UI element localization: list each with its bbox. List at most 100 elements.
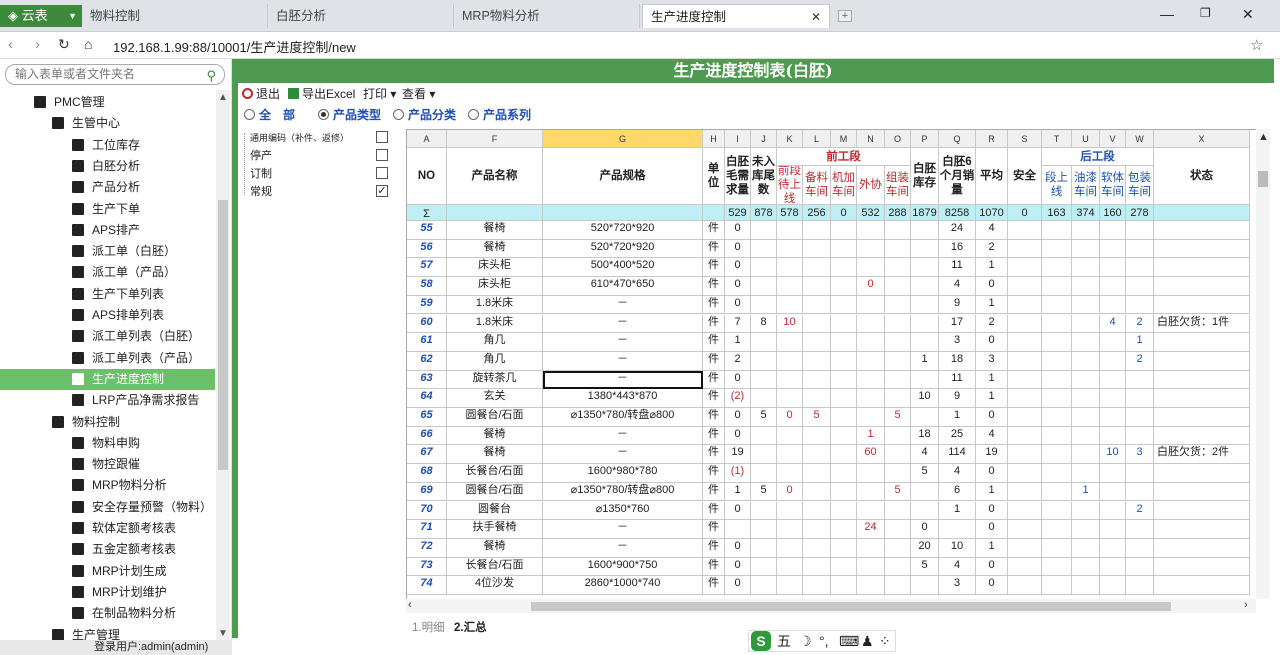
keyboard-icon[interactable]: ⌨ <box>839 631 859 651</box>
punctuation-icon[interactable]: °, <box>819 631 829 651</box>
moon-icon[interactable]: ☽ <box>799 631 812 651</box>
product-spec[interactable]: － <box>543 333 703 352</box>
column-letter[interactable]: U <box>1072 130 1100 148</box>
sidebar-item[interactable]: 五金定额考核表 <box>0 539 215 560</box>
apps-icon[interactable]: ⁘ <box>879 631 891 651</box>
sidebar-scrollbar[interactable]: ▲ ▼ <box>216 90 230 645</box>
app-brand-menu[interactable]: ◈ 云表 ▼ <box>0 5 82 27</box>
filter-all-radio[interactable]: 全 部 <box>244 105 295 125</box>
tree-checkbox[interactable] <box>376 149 388 161</box>
product-spec[interactable]: － <box>543 314 703 334</box>
filter-product-type-radio[interactable]: 产品类型 <box>318 105 381 125</box>
sidebar-item[interactable]: 白胚分析 <box>0 156 215 177</box>
scroll-thumb[interactable] <box>531 602 1171 611</box>
product-spec[interactable]: ⌀1350*780/转盘⌀800 <box>543 482 703 502</box>
back-icon[interactable]: ‹ <box>8 36 13 53</box>
column-letter[interactable]: J <box>751 130 777 148</box>
product-spec[interactable]: 520*720*920 <box>543 221 703 240</box>
tab-production-progress[interactable]: 生产进度控制 ✕ <box>642 4 830 28</box>
sidebar-item[interactable]: LRP产品净需求报告 <box>0 390 215 411</box>
sidebar-item[interactable]: 产品分析 <box>0 177 215 198</box>
sidebar-item[interactable]: MRP计划维护 <box>0 582 215 603</box>
tree-item-regular[interactable]: 常规 <box>250 183 272 201</box>
export-excel-button[interactable]: 导出Excel <box>288 83 355 105</box>
tree-checkbox-checked[interactable]: ✓ <box>376 185 388 197</box>
view-menu[interactable]: 查看 ▾ <box>402 83 435 105</box>
sidebar-item[interactable]: 在制品物料分析 <box>0 603 215 624</box>
sidebar-item[interactable]: 派工单（白胚） <box>0 241 215 262</box>
column-letter[interactable]: P <box>911 130 939 148</box>
product-spec[interactable]: － <box>543 370 703 390</box>
exit-button[interactable]: 退出 <box>242 83 280 105</box>
product-spec[interactable]: － <box>543 295 703 315</box>
window-close-icon[interactable]: ✕ <box>1242 6 1254 23</box>
tab-material-control[interactable]: 物料控制 <box>82 4 268 28</box>
sidebar-item[interactable]: 安全存量预警（物料） <box>0 497 215 518</box>
sidebar-item[interactable]: APS排产 <box>0 220 215 241</box>
scroll-up-icon[interactable]: ▲ <box>1258 131 1269 143</box>
product-spec[interactable]: 2860*1000*740 <box>543 576 703 595</box>
search-icon[interactable]: ⚲ <box>206 66 216 85</box>
product-spec[interactable]: 1380*443*870 <box>543 389 703 408</box>
column-letter[interactable]: G <box>543 130 703 148</box>
column-letter[interactable]: F <box>447 130 543 148</box>
reload-icon[interactable]: ↻ <box>58 36 70 53</box>
product-spec[interactable]: 1600*900*750 <box>543 557 703 577</box>
tree-checkbox[interactable] <box>376 167 388 179</box>
scroll-thumb[interactable] <box>218 200 228 470</box>
grid-horizontal-scrollbar[interactable]: ‹ › <box>406 599 1256 613</box>
scroll-up-icon[interactable]: ▲ <box>218 92 228 103</box>
tab-summary[interactable]: 2.汇总 <box>454 619 487 637</box>
column-letter[interactable]: T <box>1042 130 1072 148</box>
product-spec[interactable]: － <box>543 351 703 371</box>
column-letter[interactable]: K <box>777 130 803 148</box>
product-spec[interactable]: 610*470*650 <box>543 277 703 296</box>
sidebar-item[interactable]: 派工单（产品） <box>0 262 215 283</box>
column-letter[interactable]: M <box>831 130 857 148</box>
tree-item-generic[interactable]: 通用编码（补件、返修） <box>250 129 349 147</box>
product-spec[interactable]: － <box>543 538 703 558</box>
scroll-right-icon[interactable]: › <box>1244 599 1248 611</box>
column-letter[interactable]: I <box>725 130 751 148</box>
sidebar-item[interactable]: 生产下单列表 <box>0 284 215 305</box>
bookmark-star-icon[interactable]: ☆ <box>1250 36 1263 54</box>
column-letter[interactable]: X <box>1154 130 1250 148</box>
column-letter[interactable]: R <box>976 130 1008 148</box>
product-spec[interactable]: 1600*980*780 <box>543 464 703 483</box>
ime-mode[interactable]: 五 <box>777 631 791 651</box>
scroll-down-icon[interactable]: ▼ <box>218 628 228 639</box>
sidebar-item[interactable]: 物料申购 <box>0 433 215 454</box>
sidebar-item[interactable]: 物控跟催 <box>0 454 215 475</box>
user-icon[interactable]: ♟ <box>861 631 874 651</box>
sidebar-item[interactable]: 派工单列表（白胚） <box>0 326 215 347</box>
sidebar-item[interactable]: 派工单列表（产品） <box>0 348 215 369</box>
product-spec[interactable]: 500*400*520 <box>543 258 703 278</box>
sidebar-item[interactable]: 工位库存 <box>0 135 215 156</box>
product-spec[interactable]: － <box>543 520 703 539</box>
product-spec[interactable]: 520*720*920 <box>543 239 703 259</box>
product-spec[interactable]: － <box>543 426 703 446</box>
column-letter[interactable]: L <box>803 130 831 148</box>
tab-detail[interactable]: 1.明细 <box>412 619 445 637</box>
product-spec[interactable]: ⌀1350*780/转盘⌀800 <box>543 408 703 427</box>
sidebar-item[interactable]: 生管中心 <box>0 113 215 134</box>
sidebar-item[interactable]: PMC管理 <box>0 92 215 113</box>
filter-product-category-radio[interactable]: 产品分类 <box>393 105 456 125</box>
column-letter[interactable]: N <box>857 130 885 148</box>
tree-item-discontinued[interactable]: 停产 <box>250 147 272 165</box>
tree-checkbox[interactable] <box>376 131 388 143</box>
sidebar-item[interactable]: 生产进度控制 <box>0 368 215 390</box>
tab-white-embryo-analysis[interactable]: 白胚分析 <box>268 4 454 28</box>
minimize-icon[interactable]: — <box>1160 6 1174 22</box>
column-letter[interactable]: A <box>407 130 447 148</box>
column-letter[interactable]: Q <box>939 130 976 148</box>
sidebar-item[interactable]: APS排单列表 <box>0 305 215 326</box>
sidebar-item[interactable]: 软体定额考核表 <box>0 518 215 539</box>
sidebar-item[interactable]: 生产下单 <box>0 199 215 220</box>
product-spec[interactable]: ⌀1350*760 <box>543 501 703 521</box>
scroll-left-icon[interactable]: ‹ <box>408 599 412 611</box>
new-tab-icon[interactable]: + <box>838 10 852 22</box>
tree-item-custom[interactable]: 订制 <box>250 165 272 183</box>
print-menu[interactable]: 打印 ▾ <box>363 83 396 105</box>
sidebar-item[interactable]: MRP计划生成 <box>0 561 215 582</box>
